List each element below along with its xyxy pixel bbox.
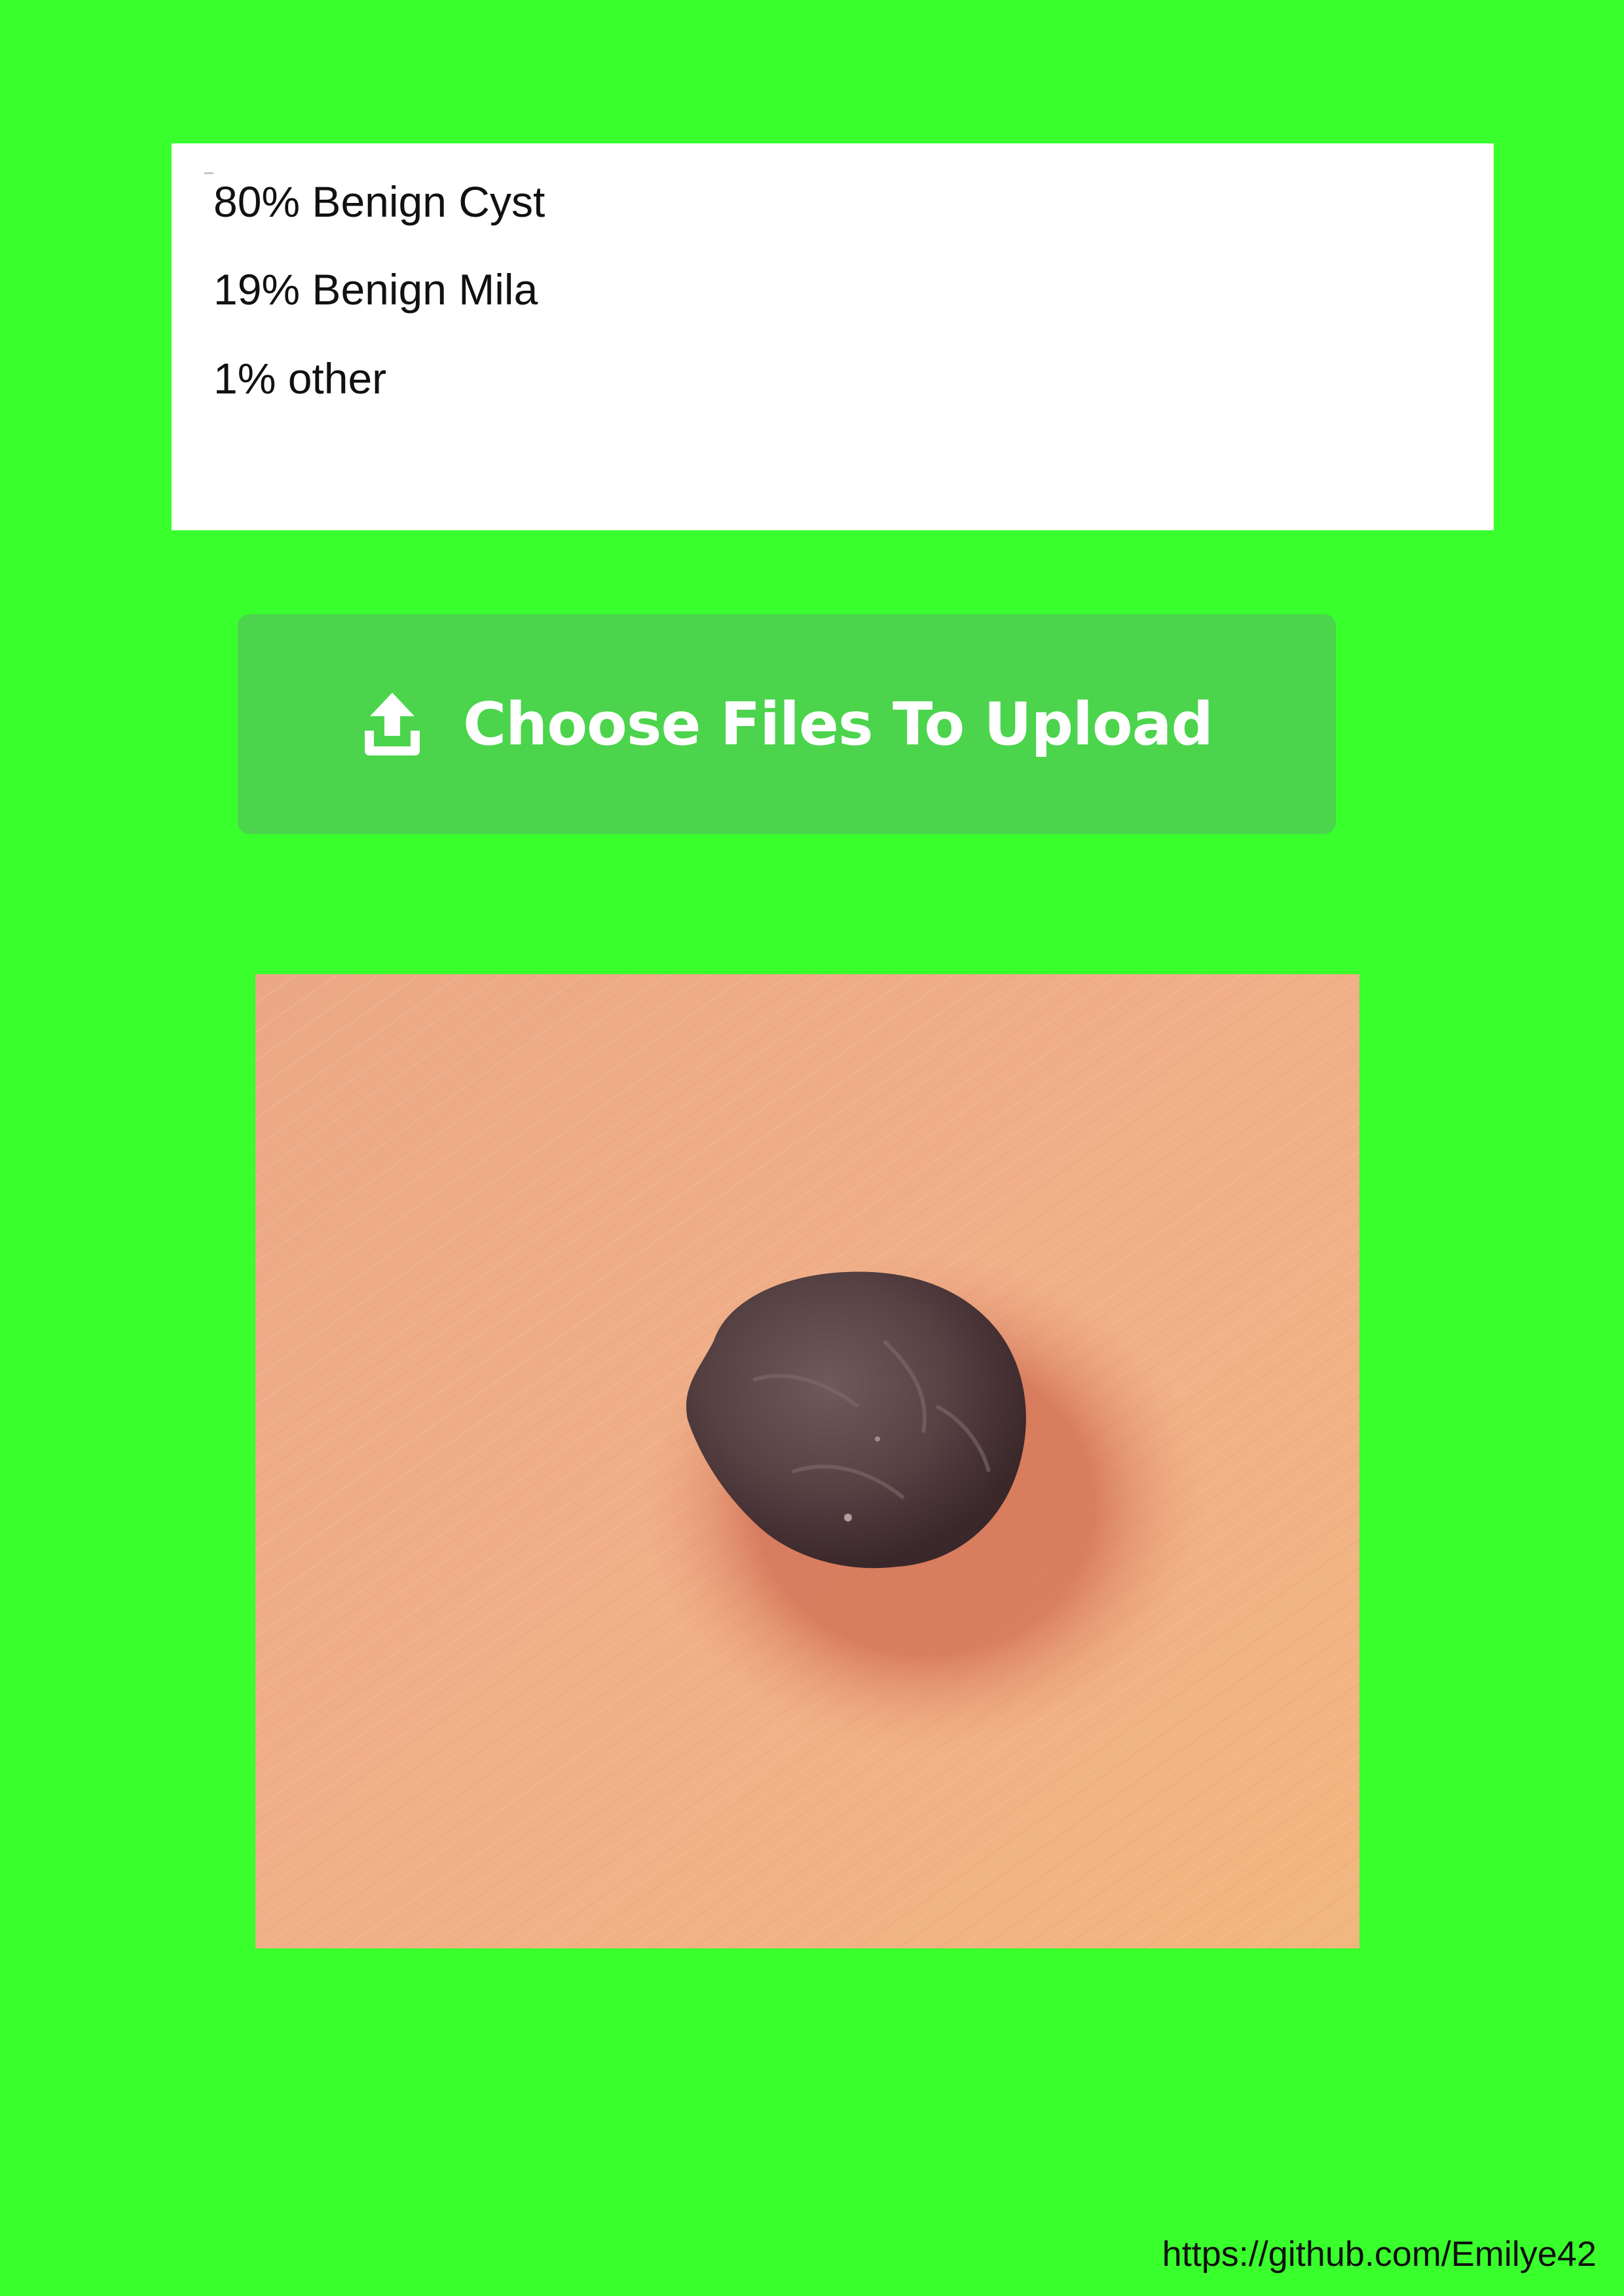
choose-files-label: Choose Files To Upload xyxy=(463,689,1213,759)
resize-mark xyxy=(204,172,213,174)
result-item-other: 1% other xyxy=(213,354,387,403)
github-link[interactable]: https://github.com/Emilye42 xyxy=(1162,2234,1596,2274)
lesion-photo xyxy=(255,974,1359,1948)
result-item-benign-mila: 19% Benign Mila xyxy=(213,265,538,314)
results-panel: 80% Benign Cyst 19% Benign Mila 1% other xyxy=(172,143,1494,530)
upload-icon xyxy=(365,693,420,756)
lesion-photo-drawing xyxy=(255,974,1359,1948)
choose-files-button[interactable]: Choose Files To Upload xyxy=(238,614,1336,834)
result-item-benign-cyst: 80% Benign Cyst xyxy=(213,177,545,226)
